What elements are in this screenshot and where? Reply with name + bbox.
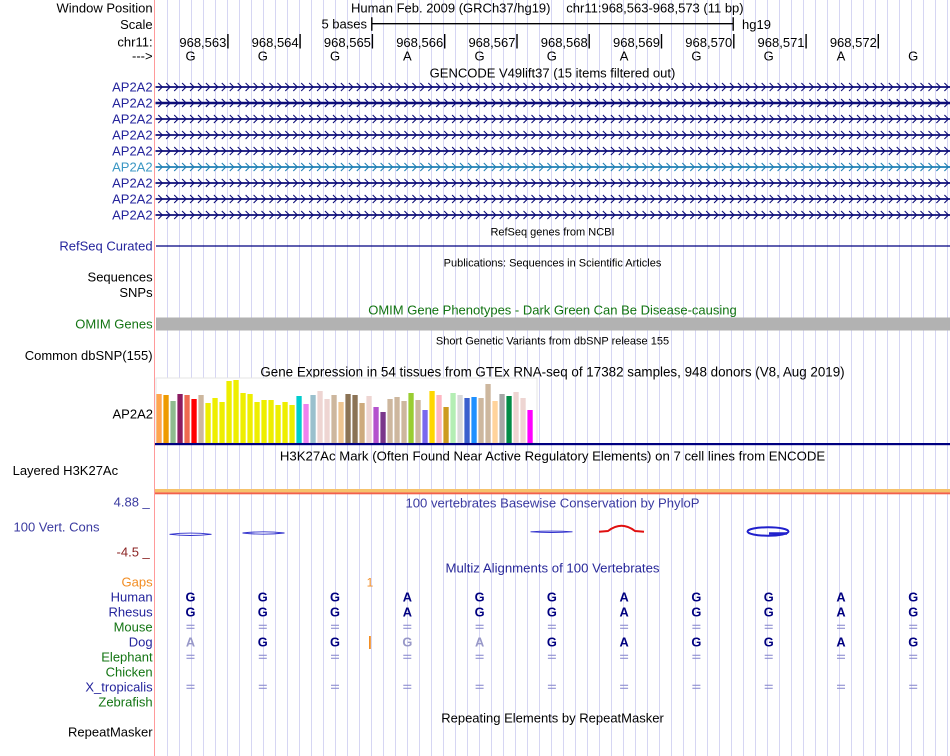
svg-text:Gene Expression in 54 tissues: Gene Expression in 54 tissues from GTEx … [260, 365, 844, 380]
svg-text:Human: Human [111, 590, 153, 605]
svg-text:Gaps: Gaps [122, 575, 154, 590]
svg-text:Common dbSNP(155): Common dbSNP(155) [25, 348, 153, 363]
svg-text:AP2A2: AP2A2 [112, 128, 152, 143]
svg-text:G: G [330, 49, 340, 64]
svg-text:A: A [837, 49, 846, 64]
svg-text:G: G [258, 590, 268, 605]
svg-text:chr11:: chr11: [117, 35, 152, 50]
svg-text:G: G [908, 635, 918, 650]
svg-text:5 bases: 5 bases [321, 17, 367, 32]
svg-text:AP2A2: AP2A2 [112, 112, 152, 127]
svg-text:G: G [547, 605, 557, 620]
svg-text:4.88 _: 4.88 _ [114, 495, 151, 510]
svg-text:G: G [764, 49, 774, 64]
svg-text:G: G [258, 635, 268, 650]
svg-text:G: G [186, 605, 196, 620]
svg-text:G: G [475, 49, 485, 64]
svg-text:A: A [403, 605, 412, 620]
svg-text:A: A [403, 590, 412, 605]
svg-text:G: G [475, 590, 485, 605]
svg-text:A: A [186, 635, 195, 650]
svg-text:G: G [475, 605, 485, 620]
svg-text:--->: ---> [132, 49, 153, 64]
svg-text:RefSeq genes from NCBI: RefSeq genes from NCBI [490, 227, 614, 239]
svg-text:G: G [330, 635, 340, 650]
svg-text:GENCODE V49lift37 (15 items fi: GENCODE V49lift37 (15 items filtered out… [430, 66, 676, 81]
svg-text:Dog: Dog [129, 635, 153, 650]
svg-text:hg19: hg19 [742, 17, 771, 32]
svg-text:G: G [764, 635, 774, 650]
svg-text:X_tropicalis: X_tropicalis [85, 680, 153, 695]
svg-text:A: A [620, 49, 629, 64]
svg-text:RefSeq Curated: RefSeq Curated [59, 239, 152, 254]
svg-text:AP2A2: AP2A2 [112, 96, 152, 111]
svg-text:Zebrafish: Zebrafish [98, 695, 152, 710]
svg-text:G: G [547, 49, 557, 64]
svg-text:G: G [908, 49, 918, 64]
svg-text:G: G [908, 605, 918, 620]
svg-text:chr11:968,563-968,573 (11 bp): chr11:968,563-968,573 (11 bp) [566, 1, 743, 16]
svg-text:SNPs: SNPs [119, 285, 153, 300]
svg-text:Elephant: Elephant [101, 650, 153, 665]
svg-text:G: G [764, 590, 774, 605]
svg-text:G: G [691, 590, 701, 605]
svg-text:A: A [836, 605, 845, 620]
svg-text:A: A [620, 605, 629, 620]
svg-text:AP2A2: AP2A2 [112, 80, 152, 95]
svg-text:OMIM Gene Phenotypes - Dark Gr: OMIM Gene Phenotypes - Dark Green Can Be… [368, 303, 737, 318]
svg-text:G: G [402, 635, 412, 650]
svg-text:AP2A2: AP2A2 [112, 176, 152, 191]
svg-text:G: G [908, 590, 918, 605]
svg-text:A: A [836, 590, 845, 605]
svg-text:-4.5 _: -4.5 _ [117, 545, 151, 560]
svg-text:AP2A2: AP2A2 [112, 144, 152, 159]
svg-text:AP2A2: AP2A2 [112, 192, 152, 207]
svg-text:AP2A2: AP2A2 [112, 208, 152, 223]
svg-text:Rhesus: Rhesus [109, 605, 154, 620]
svg-text:G: G [258, 605, 268, 620]
svg-text:H3K27Ac Mark (Often Found Near: H3K27Ac Mark (Often Found Near Active Re… [280, 449, 826, 464]
svg-text:G: G [186, 590, 196, 605]
svg-text:A: A [475, 635, 484, 650]
svg-text:G: G [764, 605, 774, 620]
svg-text:G: G [691, 635, 701, 650]
svg-text:Multiz Alignments of 100 Verte: Multiz Alignments of 100 Vertebrates [445, 561, 659, 576]
svg-text:Mouse: Mouse [114, 620, 153, 635]
svg-text:A: A [836, 635, 845, 650]
svg-text:G: G [547, 590, 557, 605]
svg-text:G: G [185, 49, 195, 64]
svg-text:Scale: Scale [120, 17, 153, 32]
svg-text:G: G [330, 605, 340, 620]
svg-text:G: G [330, 590, 340, 605]
svg-text:G: G [258, 49, 268, 64]
svg-text:AP2A2: AP2A2 [113, 407, 153, 422]
svg-text:G: G [547, 635, 557, 650]
svg-text:Layered H3K27Ac: Layered H3K27Ac [13, 463, 119, 478]
svg-text:G: G [691, 605, 701, 620]
svg-text:Window Position: Window Position [56, 1, 152, 16]
svg-text:Short Genetic Variants from db: Short Genetic Variants from dbSNP releas… [436, 336, 669, 348]
svg-text:1: 1 [367, 576, 374, 590]
svg-text:RepeatMasker: RepeatMasker [68, 725, 153, 740]
svg-text:Sequences: Sequences [88, 270, 154, 285]
svg-text:Human Feb. 2009 (GRCh37/hg19): Human Feb. 2009 (GRCh37/hg19) [351, 1, 550, 16]
svg-text:AP2A2: AP2A2 [112, 160, 152, 175]
svg-text:100 Vert. Cons: 100 Vert. Cons [14, 520, 100, 535]
svg-text:Repeating Elements by RepeatMa: Repeating Elements by RepeatMasker [441, 711, 664, 726]
svg-text:A: A [620, 590, 629, 605]
svg-text:Chicken: Chicken [106, 665, 153, 680]
svg-text:100 vertebrates Basewise Conse: 100 vertebrates Basewise Conservation by… [405, 496, 699, 511]
svg-text:G: G [691, 49, 701, 64]
svg-text:Publications: Sequences in Sci: Publications: Sequences in Scientific Ar… [444, 258, 662, 270]
svg-text:OMIM Genes: OMIM Genes [75, 317, 153, 332]
svg-text:A: A [403, 49, 412, 64]
svg-text:A: A [620, 635, 629, 650]
